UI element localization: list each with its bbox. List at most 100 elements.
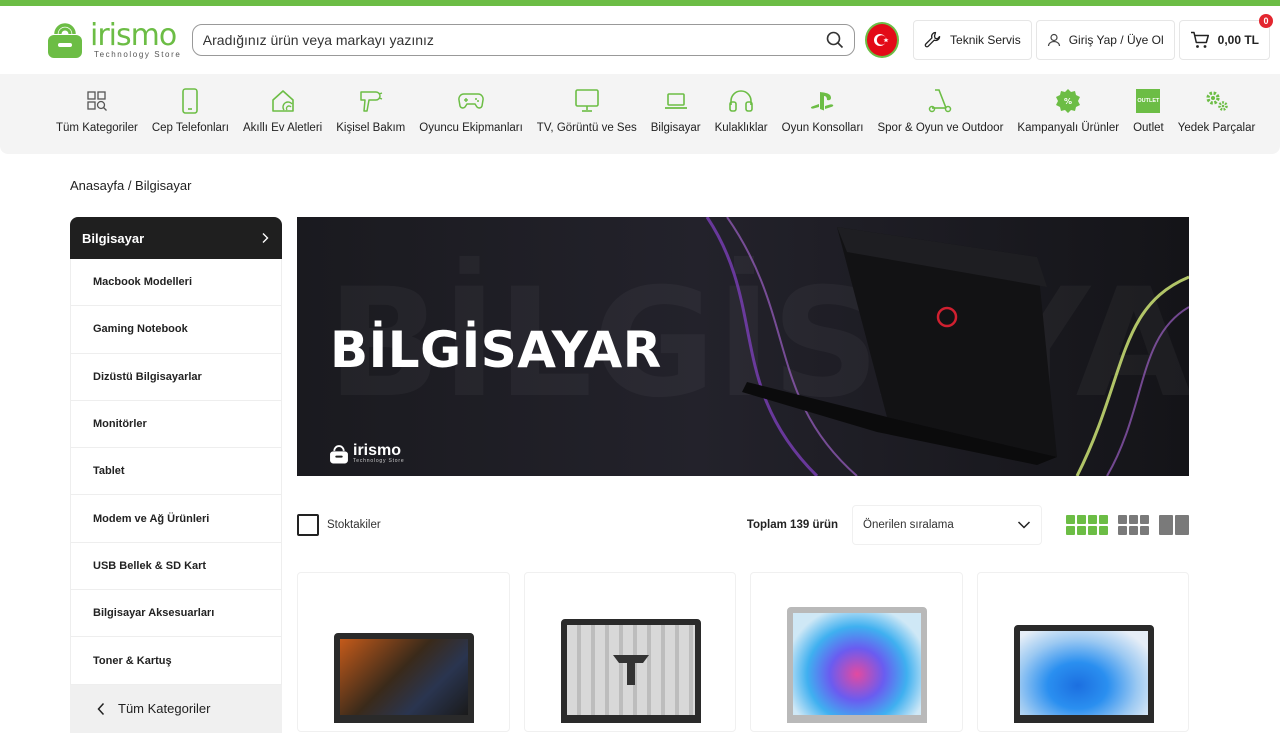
grid-view-switch	[1056, 515, 1189, 535]
product-image	[1013, 625, 1154, 723]
technical-service-button[interactable]: Teknik Servis	[913, 20, 1032, 60]
sidebar-item-laptops[interactable]: Dizüstü Bilgisayarlar	[70, 353, 282, 401]
category-banner[interactable]: BİLGİSAYAR BİLGİSAYAR irismo Technology …	[297, 217, 1189, 476]
category-label: Spor & Oyun ve Outdoor	[877, 122, 1004, 134]
login-register-button[interactable]: Giriş Yap / Üye Ol	[1035, 20, 1175, 60]
grid-2-columns-icon[interactable]	[1159, 515, 1189, 535]
user-icon	[1047, 33, 1060, 47]
banner-title: BİLGİSAYAR	[330, 321, 662, 379]
category-label: Yedek Parçalar	[1177, 122, 1256, 134]
category-label: Oyun Konsolları	[781, 122, 864, 134]
scooter-icon	[929, 89, 952, 113]
product-card[interactable]	[750, 572, 963, 732]
category-label: Kulaklıklar	[714, 122, 768, 134]
category-all[interactable]: Tüm Kategoriler	[56, 88, 138, 134]
category-gaming-gear[interactable]: Oyuncu Ekipmanları	[419, 88, 523, 134]
category-personal-care[interactable]: Kişisel Bakım	[336, 88, 405, 134]
in-stock-checkbox[interactable]	[297, 514, 319, 536]
chevron-left-icon	[97, 702, 105, 715]
hair-dryer-icon	[359, 91, 382, 112]
sort-select[interactable]: Önerilen sıralama	[852, 505, 1042, 545]
sidebar-item-tablet[interactable]: Tablet	[70, 448, 282, 496]
sort-selected-value: Önerilen sıralama	[863, 519, 954, 531]
category-campaigns[interactable]: % Kampanyalı Ürünler	[1017, 88, 1119, 134]
headphones-icon	[729, 90, 753, 112]
shopping-basket-logo-icon	[48, 23, 82, 58]
category-label: Outlet	[1133, 122, 1164, 134]
banner-logo: irismo Technology Store	[329, 443, 404, 465]
category-label: Kişisel Bakım	[336, 122, 406, 134]
smart-home-icon	[271, 90, 294, 112]
product-count: Toplam 139 ürün	[746, 519, 838, 531]
chevron-down-icon	[1017, 521, 1031, 529]
outlet-icon: OUTLET	[1136, 89, 1161, 113]
gamepad-icon	[458, 93, 484, 109]
product-card[interactable]	[976, 572, 1189, 732]
grid-3-columns-icon[interactable]	[1118, 515, 1149, 535]
sidebar-item-network[interactable]: Modem ve Ağ Ürünleri	[70, 495, 282, 543]
product-image	[560, 619, 701, 723]
category-label: Oyuncu Ekipmanları	[419, 122, 523, 134]
category-sport-outdoor[interactable]: Spor & Oyun ve Outdoor	[877, 88, 1003, 134]
discount-badge-icon: %	[1056, 89, 1081, 113]
product-card[interactable]	[523, 572, 736, 732]
category-computers[interactable]: Bilgisayar	[651, 88, 701, 134]
technical-service-label: Teknik Servis	[950, 33, 1021, 47]
category-phones[interactable]: Cep Telefonları	[152, 88, 229, 134]
cart-count-badge: 0	[1259, 14, 1273, 28]
banner-logo-wordmark: irismo	[353, 442, 402, 459]
chevron-right-icon	[262, 233, 269, 243]
category-headphones[interactable]: Kulaklıklar	[715, 88, 768, 134]
crescent-star-icon	[873, 34, 889, 46]
sidebar-all-categories-label: Tüm Kategoriler	[118, 701, 211, 717]
svg-text:%: %	[1064, 97, 1072, 106]
cart-button[interactable]: 0,00 TL 0	[1178, 14, 1273, 60]
site-logo[interactable]: irismo Technology Store	[46, 18, 192, 62]
wrench-icon	[924, 31, 941, 48]
in-stock-label[interactable]: Stoktakiler	[327, 519, 381, 531]
product-grid	[297, 572, 1189, 732]
laptop-icon	[664, 93, 687, 109]
sidebar-item-monitors[interactable]: Monitörler	[70, 400, 282, 449]
category-outlet[interactable]: OUTLET Outlet	[1133, 88, 1164, 134]
category-label: Tüm Kategoriler	[56, 122, 138, 134]
tuf-logo-icon	[612, 655, 649, 685]
laptop-banner-image	[742, 227, 1057, 465]
tv-icon	[574, 89, 599, 112]
logo-wordmark: irismo	[90, 17, 177, 53]
category-label: Cep Telefonları	[151, 122, 229, 134]
product-card[interactable]	[297, 572, 510, 732]
sidebar-item-toner[interactable]: Toner & Kartuş	[70, 637, 282, 685]
grid-4-columns-icon[interactable]	[1066, 515, 1108, 535]
sidebar-item-usb-sd[interactable]: USB Bellek & SD Kart	[70, 542, 282, 591]
search-icon[interactable]	[826, 31, 844, 49]
sidebar-title: Bilgisayar	[82, 230, 145, 246]
gears-icon	[1205, 91, 1228, 111]
cart-total: 0,00 TL	[1217, 33, 1259, 47]
product-image	[787, 607, 927, 723]
cart-icon	[1190, 31, 1209, 48]
breadcrumb[interactable]: Anasayfa / Bilgisayar	[70, 178, 191, 193]
category-label: Bilgisayar	[650, 122, 701, 134]
sidebar-item-accessories[interactable]: Bilgisayar Aksesuarları	[70, 590, 282, 638]
sidebar-item-gaming-notebook[interactable]: Gaming Notebook	[70, 306, 282, 354]
banner-logo-tagline: Technology Store	[353, 458, 405, 464]
sidebar-all-categories-button[interactable]: Tüm Kategoriler	[70, 684, 282, 733]
category-sidebar: Bilgisayar Macbook Modelleri Gaming Note…	[70, 217, 282, 733]
login-register-label: Giriş Yap / Üye Ol	[1068, 33, 1164, 47]
search-input[interactable]	[202, 32, 826, 48]
category-label: Akıllı Ev Aletleri	[242, 122, 323, 134]
phone-icon	[182, 88, 199, 114]
category-spare-parts[interactable]: Yedek Parçalar	[1177, 88, 1256, 134]
category-smart-home[interactable]: Akıllı Ev Aletleri	[243, 88, 322, 134]
product-image	[334, 633, 474, 723]
sidebar-header[interactable]: Bilgisayar	[70, 217, 282, 259]
category-tv-audio[interactable]: TV, Görüntü ve Ses	[537, 88, 637, 134]
grid-search-icon	[87, 91, 107, 111]
sidebar-item-macbook[interactable]: Macbook Modelleri	[70, 259, 282, 307]
category-consoles[interactable]: Oyun Konsolları	[781, 88, 864, 134]
playstation-icon	[810, 92, 833, 111]
category-nav: Tüm Kategoriler Cep Telefonları Akıllı E…	[0, 74, 1280, 154]
turkey-flag-language-button[interactable]	[864, 22, 900, 58]
search-box	[191, 24, 855, 56]
